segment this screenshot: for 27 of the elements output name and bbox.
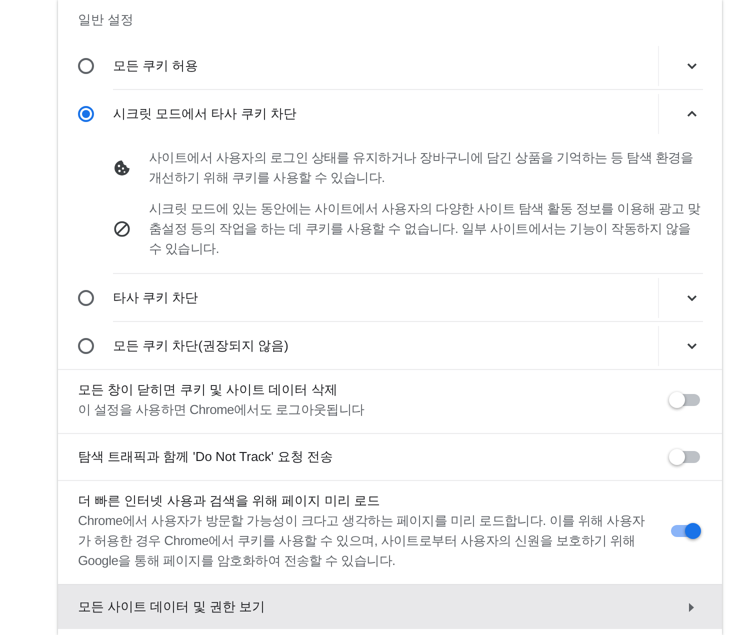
- radio-button[interactable]: [78, 338, 94, 354]
- chevron-down-icon: [687, 342, 697, 348]
- radio-label: 모든 쿠키 허용: [113, 56, 200, 74]
- chevron-up-icon: [687, 110, 697, 116]
- cookie-icon: [114, 160, 130, 176]
- radio-button[interactable]: [78, 290, 94, 306]
- chevron-down-icon: [687, 294, 697, 300]
- toggle-switch[interactable]: [669, 449, 701, 465]
- triangle-right-icon: [689, 602, 694, 612]
- section-title: 일반 설정: [78, 11, 134, 29]
- setting-title: 모든 창이 닫히면 쿠키 및 사이트 데이터 삭제: [78, 381, 338, 399]
- site-data-link[interactable]: 모든 사이트 데이터 및 권한 보기: [58, 584, 722, 629]
- setting-title: 탐색 트래픽과 함께 'Do Not Track' 요청 전송: [78, 448, 334, 466]
- blocked-icon: [114, 221, 130, 237]
- toggle-switch[interactable]: [669, 392, 701, 408]
- setting-description: 이 설정을 사용하면 Chrome에서도 로그아웃됩니다: [78, 401, 366, 419]
- radio-label: 시크릿 모드에서 타사 쿠키 차단: [113, 104, 298, 122]
- radio-label: 모든 쿠키 차단(권장되지 않음): [113, 336, 290, 355]
- setting-description: Chrome에서 사용자가 방문할 가능성이 크다고 생각하는 페이지를 미리 로드합니다. 이를 위해 사용자가 허용한 경우 Chrome에서 쿠키를 사용할 수 있으며, 사이트로부터 사용자의 신원을 보호하기 위해 Google을 통해 페이지를 암호화하여 전송할 수 있습니다.: [78, 512, 646, 570]
- detail-text: 시크릿 모드에 있는 동안에는 사이트에서 사용자의 다양한 사이트 탐색 활동 정보를 이용해 광고 맞춤설정 등의 작업을 하는 데 쿠키를 사용할 수 없습니다. 일부 사이트에서는 기능이 작동하지 않을 수 있습니다.: [149, 200, 702, 258]
- toggle-switch[interactable]: [669, 523, 701, 539]
- radio-button[interactable]: [78, 58, 94, 74]
- chevron-down-icon: [687, 62, 697, 68]
- radio-button[interactable]: [78, 106, 94, 122]
- setting-title: 더 빠른 인터넷 사용과 검색을 위해 페이지 미리 로드: [78, 492, 381, 510]
- detail-text: 사이트에서 사용자의 로그인 상태를 유지하거나 장바구니에 담긴 상품을 기억하는 등 탐색 환경을 개선하기 위해 쿠키를 사용할 수 있습니다.: [149, 149, 694, 187]
- radio-label: 타사 쿠키 차단: [113, 288, 200, 306]
